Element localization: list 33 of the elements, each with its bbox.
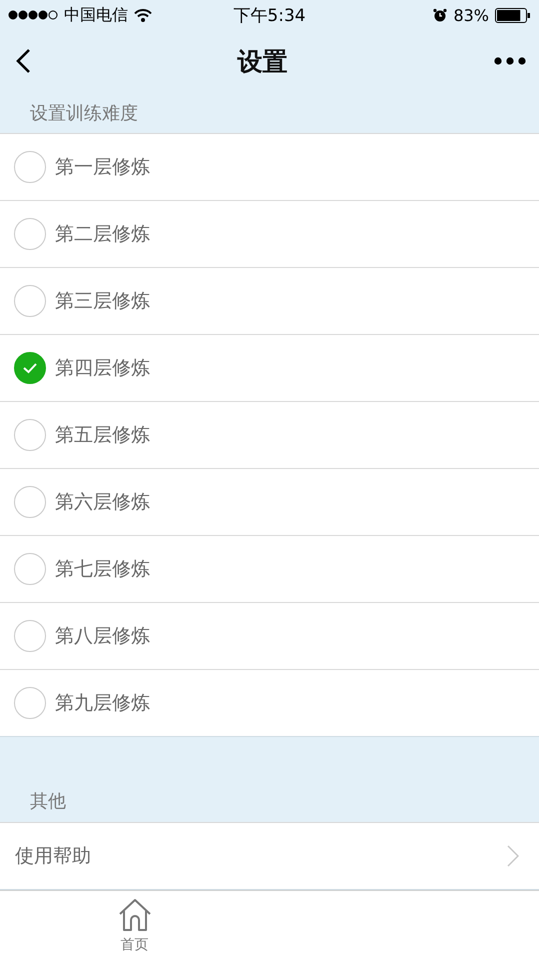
carrier-name: 中国电信 [64,4,128,26]
radio-button[interactable] [14,218,46,250]
radio-button[interactable] [14,486,46,518]
section-header: 其他 [30,790,66,813]
radio-button[interactable] [14,687,46,719]
difficulty-option[interactable]: 第四层修炼 [0,335,539,402]
checkmark-icon [22,362,38,374]
difficulty-option[interactable]: 第九层修炼 [0,670,539,737]
difficulty-option[interactable]: 第五层修炼 [0,402,539,469]
radio-button[interactable] [14,553,46,585]
back-icon[interactable] [15,48,31,74]
difficulty-option[interactable]: 第三层修炼 [0,268,539,335]
battery-percent: 83% [453,6,489,24]
difficulty-option[interactable]: 第六层修炼 [0,469,539,536]
radio-button[interactable] [14,419,46,451]
difficulty-option[interactable]: 第七层修炼 [0,536,539,603]
difficulty-option[interactable]: 第一层修炼 [0,134,539,201]
alarm-clock-icon [433,8,448,22]
radio-button[interactable] [14,620,46,652]
home-icon [118,898,152,932]
battery-icon [495,8,531,22]
radio-button[interactable] [14,151,46,183]
section-header: 设置训练难度 [30,102,138,124]
clock-time: 下午5:34 [233,4,306,26]
more-icon[interactable] [494,57,526,65]
difficulty-option[interactable]: 第二层修炼 [0,201,539,268]
radio-button[interactable] [14,285,46,317]
difficulty-option[interactable]: 第八层修炼 [0,603,539,670]
signal-icon [8,10,58,20]
page-title: 设置 [238,46,288,78]
radio-button[interactable] [14,352,46,384]
wifi-icon [134,8,152,22]
chevron-icon [507,845,519,867]
